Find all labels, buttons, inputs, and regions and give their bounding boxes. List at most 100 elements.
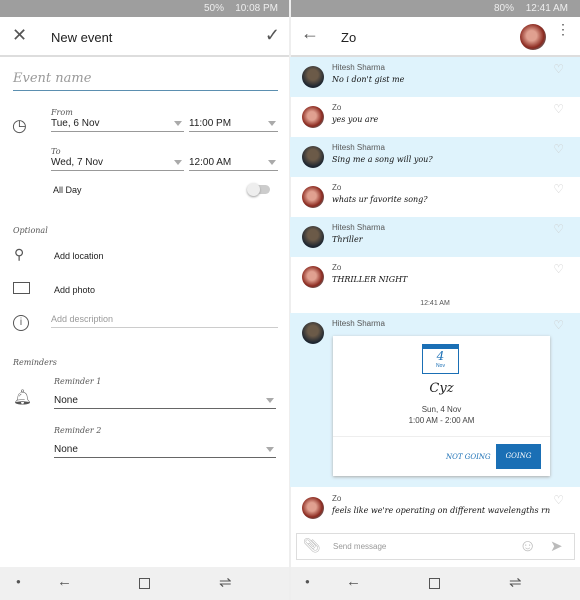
- event-message: Hitesh Sharma ♡ 4 Nov Cyz Sun, 4 Nov 1:0…: [290, 313, 580, 487]
- avatar: [302, 266, 324, 288]
- contact-avatar[interactable]: [520, 24, 546, 50]
- heart-icon[interactable]: ♡: [553, 262, 564, 276]
- bell-icon: 🔔︎: [13, 389, 33, 406]
- status-time: 10:08 PM: [235, 3, 278, 14]
- event-card[interactable]: 4 Nov Cyz Sun, 4 Nov 1:00 AM - 2:00 AM N…: [333, 336, 550, 476]
- from-date-select[interactable]: Tue, 6 Nov: [51, 116, 184, 132]
- message-row: Hitesh Sharma No i don't gist me ♡: [290, 57, 580, 97]
- reminder1-label: Reminder 1: [54, 377, 102, 386]
- all-day-label: All Day: [53, 185, 82, 195]
- avatar: [302, 322, 324, 344]
- sender-name: Zo: [332, 494, 342, 503]
- description-input[interactable]: Add description: [51, 312, 278, 328]
- back-arrow-icon[interactable]: ←: [301, 23, 319, 44]
- to-date-select[interactable]: Wed, 7 Nov: [51, 155, 184, 171]
- message-text: whats ur favorite song?: [332, 195, 428, 204]
- from-date-value: Tue, 6 Nov: [51, 118, 100, 129]
- message-row: Zo whats ur favorite song? ♡: [290, 177, 580, 217]
- event-header: ✕ New event ✓: [0, 17, 290, 57]
- reminders-label: Reminders: [13, 358, 57, 367]
- avatar: [302, 146, 324, 168]
- nav-bar: ● ← ⇌: [0, 567, 290, 600]
- avatar: [302, 226, 324, 248]
- nav-recent-icon[interactable]: ⇌: [509, 573, 522, 591]
- reminder1-select[interactable]: None: [54, 393, 276, 409]
- event-name-input[interactable]: Event name: [13, 71, 278, 91]
- chat-header: ← Zo ⋮: [291, 17, 580, 57]
- avatar: [302, 497, 324, 519]
- not-going-button[interactable]: NOT GOING: [446, 453, 491, 461]
- going-button[interactable]: GOING: [496, 444, 541, 469]
- event-time: 1:00 AM - 2:00 AM: [408, 416, 475, 425]
- event-title: Cyz: [429, 381, 454, 396]
- clock-icon: ◷: [12, 116, 27, 135]
- more-options-icon[interactable]: ⋮: [556, 22, 570, 36]
- close-icon[interactable]: ✕: [12, 25, 27, 46]
- event-date: Sun, 4 Nov: [421, 405, 462, 414]
- sender-name: Zo: [332, 183, 342, 192]
- from-time-value: 11:00 PM: [189, 118, 232, 129]
- battery-level: 50%: [203, 3, 224, 14]
- nav-back-icon[interactable]: ←: [57, 573, 72, 590]
- avatar: [302, 66, 324, 88]
- check-icon[interactable]: ✓: [265, 25, 280, 46]
- from-time-select[interactable]: 11:00 PM: [189, 116, 278, 132]
- sender-name: Hitesh Sharma: [332, 319, 385, 328]
- page-title: New event: [51, 30, 113, 45]
- chat-title: Zo: [341, 30, 357, 45]
- message-text: Sing me a song will you?: [332, 155, 433, 164]
- add-photo-button[interactable]: Add photo: [54, 285, 95, 295]
- message-row: Hitesh Sharma Thriller ♡: [290, 217, 580, 257]
- message-composer: 📎︎ Send message ☺ ➤: [296, 533, 575, 560]
- sender-name: Hitesh Sharma: [332, 143, 385, 152]
- message-text: Thriller: [332, 235, 363, 244]
- nav-back-icon[interactable]: ←: [346, 573, 361, 590]
- reminder2-label: Reminder 2: [54, 426, 102, 435]
- reminder2-value: None: [54, 444, 78, 455]
- reminder1-value: None: [54, 395, 78, 406]
- message-text: No i don't gist me: [332, 75, 405, 84]
- nav-dot-icon[interactable]: ●: [305, 577, 310, 586]
- status-time: 12:41 AM: [525, 3, 568, 14]
- sender-name: Hitesh Sharma: [332, 63, 385, 72]
- emoji-icon[interactable]: ☺: [519, 536, 536, 556]
- status-bar: 12:41 AM 80%: [291, 0, 580, 17]
- photo-icon: [13, 282, 30, 294]
- timestamp: 12:41 AM: [420, 300, 450, 307]
- nav-dot-icon[interactable]: ●: [16, 577, 21, 586]
- sender-name: Zo: [332, 103, 342, 112]
- battery-level: 80%: [493, 3, 514, 14]
- avatar: [302, 186, 324, 208]
- message-row: Hitesh Sharma Sing me a song will you? ♡: [290, 137, 580, 177]
- message-input[interactable]: Send message: [333, 542, 386, 551]
- send-icon[interactable]: ➤: [550, 537, 563, 555]
- add-location-button[interactable]: Add location: [54, 251, 104, 261]
- heart-icon[interactable]: ♡: [553, 318, 564, 332]
- heart-icon[interactable]: ♡: [553, 142, 564, 156]
- heart-icon[interactable]: ♡: [553, 182, 564, 196]
- info-icon: i: [13, 315, 29, 331]
- nav-home-icon[interactable]: [139, 578, 150, 589]
- avatar: [302, 106, 324, 128]
- attachment-icon[interactable]: 📎︎: [303, 537, 321, 554]
- heart-icon[interactable]: ♡: [553, 222, 564, 236]
- reminder2-select[interactable]: None: [54, 442, 276, 458]
- nav-home-icon[interactable]: [429, 578, 440, 589]
- all-day-toggle[interactable]: [247, 183, 270, 196]
- heart-icon[interactable]: ♡: [553, 102, 564, 116]
- to-time-select[interactable]: 12:00 AM: [189, 155, 278, 171]
- to-date-value: Wed, 7 Nov: [51, 157, 104, 168]
- sender-name: Hitesh Sharma: [332, 223, 385, 232]
- event-month: Nov: [436, 363, 445, 369]
- heart-icon[interactable]: ♡: [553, 62, 564, 76]
- calendar-icon: 4 Nov: [422, 344, 459, 374]
- message-text: feels like we're operating on different …: [332, 506, 551, 515]
- message-row: Zo THRILLER NIGHT ♡: [290, 257, 580, 297]
- message-text: THRILLER NIGHT: [332, 275, 408, 284]
- to-time-value: 12:00 AM: [189, 157, 232, 168]
- status-bar: 10:08 PM 50%: [0, 0, 290, 17]
- nav-recent-icon[interactable]: ⇌: [219, 573, 232, 591]
- heart-icon[interactable]: ♡: [553, 493, 564, 507]
- nav-bar: ● ← ⇌: [291, 567, 580, 600]
- event-day: 4: [436, 349, 445, 363]
